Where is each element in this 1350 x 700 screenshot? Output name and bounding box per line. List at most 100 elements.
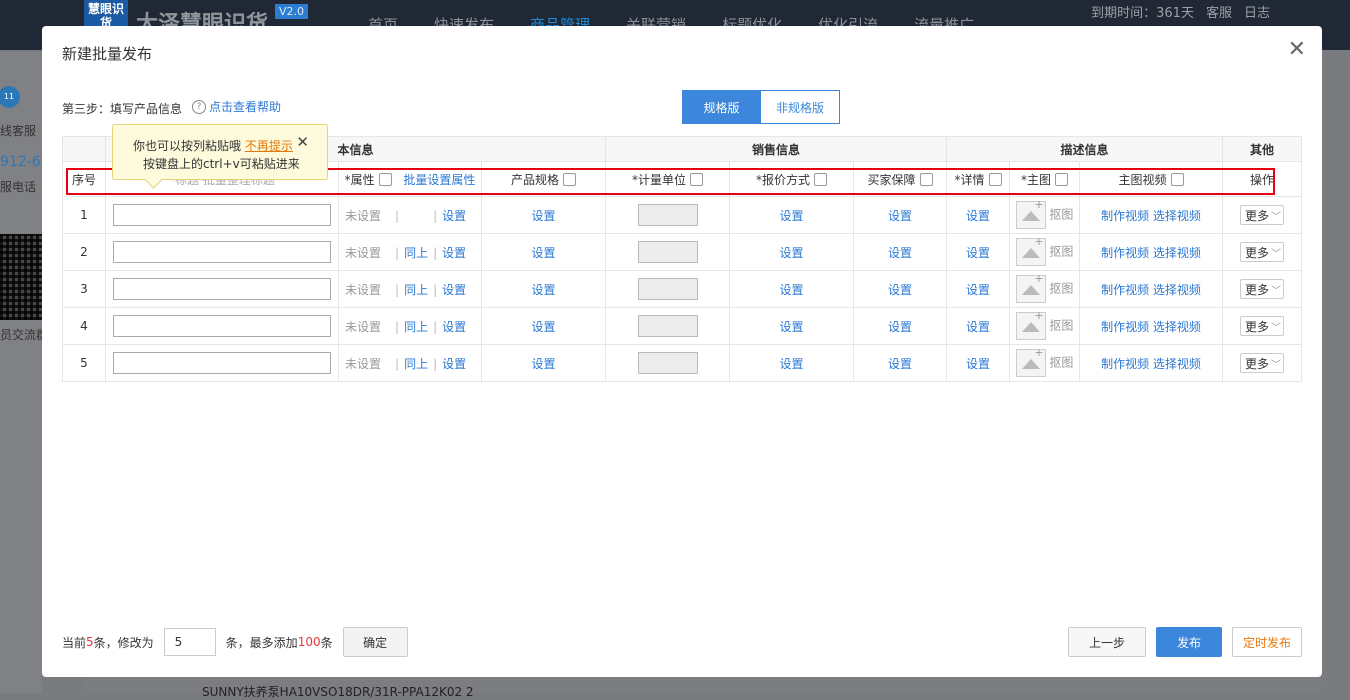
image-placeholder-icon[interactable] <box>1015 235 1046 266</box>
cutout-link[interactable]: 抠图 <box>1049 245 1073 259</box>
title-input[interactable] <box>113 204 331 226</box>
header-main-img-label: *主图 <box>1020 172 1051 187</box>
guarantee-set-link[interactable]: 设置 <box>888 209 912 223</box>
quote-set-link[interactable]: 设置 <box>779 246 803 260</box>
tab-non-spec[interactable]: 非规格版 <box>761 90 840 124</box>
same-as-above-link[interactable]: 同上 <box>404 320 428 334</box>
pick-video-link[interactable]: 选择视频 <box>1153 209 1201 223</box>
detail-checkbox[interactable] <box>988 172 1002 186</box>
unit-select[interactable] <box>637 278 698 300</box>
same-as-above-link[interactable]: 同上 <box>404 357 428 371</box>
modal-title: 新建批量发布 <box>62 45 153 63</box>
tooltip-close-icon[interactable]: ✕ <box>296 133 309 151</box>
header-spec-label: 产品规格 <box>510 172 559 187</box>
detail-set-link[interactable]: 设置 <box>966 209 990 223</box>
detail-set-link[interactable]: 设置 <box>966 246 990 260</box>
make-video-link[interactable]: 制作视频 <box>1101 283 1149 297</box>
detail-set-link[interactable]: 设置 <box>966 357 990 371</box>
quote-set-link[interactable]: 设置 <box>779 209 803 223</box>
attr-set-link[interactable]: 设置 <box>442 357 466 371</box>
main-img-checkbox[interactable] <box>1055 172 1068 186</box>
main-img-cell: 抠图 <box>1009 344 1080 382</box>
spec-set-link[interactable]: 设置 <box>531 246 555 260</box>
guarantee-set-link[interactable]: 设置 <box>888 357 912 371</box>
pick-video-link[interactable]: 选择视频 <box>1153 357 1201 371</box>
tab-spec[interactable]: 规格版 <box>682 90 761 124</box>
more-dropdown[interactable]: 更多 ﹀ <box>1240 316 1284 336</box>
guarantee-checkbox[interactable] <box>919 172 933 186</box>
close-icon[interactable]: ✕ <box>1288 39 1306 61</box>
detail-set-link[interactable]: 设置 <box>966 283 990 297</box>
title-input[interactable] <box>113 278 331 300</box>
quote-checkbox[interactable] <box>814 172 827 186</box>
same-as-above-link[interactable]: 同上 <box>404 283 428 297</box>
attr-checkbox[interactable] <box>378 172 392 186</box>
quote-cell: 设置 <box>729 344 854 382</box>
image-placeholder-icon[interactable] <box>1015 272 1046 303</box>
guarantee-set-link[interactable]: 设置 <box>888 320 912 334</box>
guarantee-set-link[interactable]: 设置 <box>888 246 912 260</box>
row-count-input[interactable] <box>163 628 216 656</box>
more-dropdown[interactable]: 更多 ﹀ <box>1240 205 1284 225</box>
guarantee-set-link[interactable]: 设置 <box>888 283 912 297</box>
make-video-link[interactable]: 制作视频 <box>1101 209 1149 223</box>
more-dropdown[interactable]: 更多 ﹀ <box>1240 353 1284 373</box>
image-placeholder-icon[interactable] <box>1015 309 1046 340</box>
service-link[interactable]: 客服 <box>1206 2 1232 21</box>
unit-checkbox[interactable] <box>690 172 703 186</box>
unit-cell <box>605 344 730 382</box>
log-link[interactable]: 日志 <box>1244 2 1270 21</box>
more-dropdown[interactable]: 更多 ﹀ <box>1240 242 1284 262</box>
spec-checkbox[interactable] <box>563 172 576 186</box>
attr-set-link[interactable]: 设置 <box>442 320 466 334</box>
more-dropdown[interactable]: 更多 ﹀ <box>1240 279 1284 299</box>
title-input[interactable] <box>113 352 331 374</box>
unit-select[interactable] <box>637 241 698 263</box>
attr-cell: 未设置 | 同上 | 设置 <box>338 233 482 271</box>
quote-set-link[interactable]: 设置 <box>779 357 803 371</box>
no-remind-link[interactable]: 不再提示 <box>245 139 293 153</box>
scheduled-publish-button[interactable]: 定时发布 <box>1232 627 1302 657</box>
detail-set-link[interactable]: 设置 <box>966 320 990 334</box>
same-as-above-link[interactable]: 同上 <box>404 246 428 260</box>
spec-set-link[interactable]: 设置 <box>531 283 555 297</box>
header-detail-label: *详情 <box>954 172 985 187</box>
unit-select[interactable] <box>637 204 698 226</box>
publish-button[interactable]: 发布 <box>1156 627 1222 657</box>
version-badge: V2.0 <box>275 4 309 19</box>
title-input[interactable] <box>113 241 331 263</box>
make-video-link[interactable]: 制作视频 <box>1101 320 1149 334</box>
image-placeholder-icon[interactable] <box>1015 198 1046 229</box>
divider: | <box>395 208 400 223</box>
help-link[interactable]: ? 点击查看帮助 <box>192 98 281 115</box>
header-video: 主图视频 <box>1079 161 1223 197</box>
chevron-down-icon: ﹀ <box>1271 212 1282 223</box>
make-video-link[interactable]: 制作视频 <box>1101 246 1149 260</box>
batch-attr-link[interactable]: 批量设置属性 <box>403 173 475 187</box>
attr-set-link[interactable]: 设置 <box>442 283 466 297</box>
confirm-button[interactable]: 确定 <box>342 627 408 657</box>
spec-set-link[interactable]: 设置 <box>531 209 555 223</box>
unit-select[interactable] <box>637 315 698 337</box>
spec-set-link[interactable]: 设置 <box>531 320 555 334</box>
title-input[interactable] <box>113 315 331 337</box>
pick-video-link[interactable]: 选择视频 <box>1153 246 1201 260</box>
quote-set-link[interactable]: 设置 <box>779 283 803 297</box>
pick-video-link[interactable]: 选择视频 <box>1153 283 1201 297</box>
image-placeholder-icon[interactable] <box>1015 346 1046 377</box>
pick-video-link[interactable]: 选择视频 <box>1153 320 1201 334</box>
video-checkbox[interactable] <box>1170 172 1184 186</box>
cutout-link[interactable]: 抠图 <box>1049 208 1073 222</box>
help-text: 点击查看帮助 <box>209 100 282 114</box>
cutout-link[interactable]: 抠图 <box>1049 356 1073 370</box>
spec-cell: 设置 <box>481 233 606 271</box>
cutout-link[interactable]: 抠图 <box>1049 282 1073 296</box>
attr-set-link[interactable]: 设置 <box>442 209 466 223</box>
make-video-link[interactable]: 制作视频 <box>1101 357 1149 371</box>
quote-set-link[interactable]: 设置 <box>779 320 803 334</box>
cutout-link[interactable]: 抠图 <box>1049 319 1073 333</box>
spec-set-link[interactable]: 设置 <box>531 357 555 371</box>
attr-set-link[interactable]: 设置 <box>442 246 466 260</box>
unit-select[interactable] <box>637 352 698 374</box>
prev-step-button[interactable]: 上一步 <box>1068 627 1146 657</box>
